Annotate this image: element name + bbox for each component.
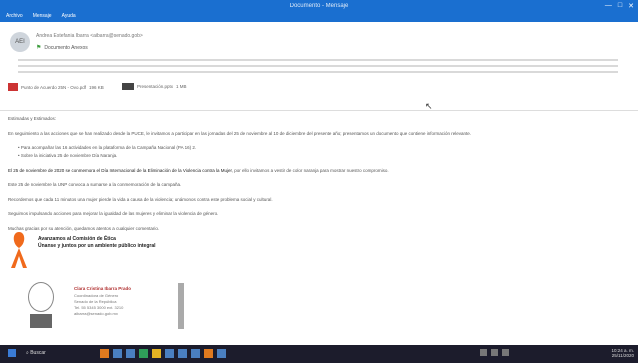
app-icon[interactable] [113, 349, 122, 358]
attachment-size: 196 KB [89, 84, 104, 90]
recipients-line [18, 71, 618, 73]
window-controls: — □ ✕ [605, 2, 634, 10]
avatar[interactable]: AEI [10, 32, 30, 52]
tray-icon[interactable] [502, 349, 509, 356]
app-icon[interactable] [152, 349, 161, 358]
app-icon[interactable] [139, 349, 148, 358]
menu-bar: Archivo Mensaje Ayuda [6, 13, 76, 19]
app-icon[interactable] [217, 349, 226, 358]
file-icon [122, 83, 134, 90]
subject-line: ⚑ Documento Anexos [36, 44, 88, 52]
attachment-name: Punto de Acuerdo 25N - Ovo.pdf [21, 84, 87, 90]
paragraph: Recordemos que cada 11 minutos una mujer… [8, 196, 273, 202]
tray-icon[interactable] [491, 349, 498, 356]
flag-icon: ⚑ [36, 45, 42, 51]
tray-icon[interactable] [480, 349, 487, 356]
bullet-item: • Sobre la iniciativa 25 de noviembre Dí… [18, 152, 118, 158]
close-button[interactable]: ✕ [628, 2, 634, 10]
campaign-line: Únanse y juntos por un ambiente público … [38, 243, 156, 249]
start-button[interactable] [8, 349, 16, 357]
subject: Documento Anexos [44, 44, 88, 51]
app-icon[interactable] [126, 349, 135, 358]
signature-name: Clara Cristina Ibarra Prado [74, 286, 132, 291]
clock[interactable]: 10:24 a. m. 25/11/2020 [611, 348, 634, 359]
institution-logo [30, 314, 52, 328]
signature-block: Clara Cristina Ibarra Prado Coordinadora… [74, 286, 131, 317]
message-header: AEI Andrea Estefania Ibarra <aibarra@sen… [0, 22, 638, 111]
message-body: Estimadas y Estimados: En seguimiento a … [8, 116, 628, 241]
signature-line: Tel. 55 5345 3000 ext. 3210 [74, 304, 124, 310]
paragraph: El 25 de noviembre de 2020 se conmemora … [8, 167, 389, 173]
institution-seal-icon [28, 282, 54, 312]
attachment-pdf[interactable]: Punto de Acuerdo 25N - Ovo.pdf 196 KB [8, 83, 104, 91]
title-bar: Documento - Mensaje Archivo Mensaje Ayud… [0, 0, 638, 22]
mouse-pointer-icon: ↖ [425, 101, 433, 111]
greeting: Estimadas y Estimados: [8, 116, 57, 121]
tray-icons [480, 349, 509, 356]
taskbar-search[interactable]: ⌕ Buscar [26, 350, 46, 356]
paragraph: Este 25 de noviembre la UNP convoca a su… [8, 182, 182, 188]
paragraph: En seguimiento a las acciones que se han… [8, 130, 472, 136]
attachment-size: 1 MB [176, 84, 187, 89]
taskbar-apps [100, 349, 226, 358]
app-icon[interactable] [178, 349, 187, 358]
paragraph: Muchas gracias por su atención, quedamos… [8, 226, 160, 231]
recipients-line [18, 65, 618, 67]
recipients-line [18, 59, 618, 61]
menu-archivo[interactable]: Archivo [6, 13, 23, 19]
taskbar: ⌕ Buscar 10:24 a. m. 25/11/2020 [0, 345, 638, 363]
attachment-name: Presentación.pptx [137, 84, 174, 89]
paragraph: Seguimos impulsando acciones para mejora… [8, 211, 219, 217]
awareness-ribbon-icon [11, 232, 27, 268]
recipients-list [18, 59, 618, 77]
attachment-pptx[interactable]: Presentación.pptx 1 MB [122, 83, 187, 90]
sender[interactable]: Andrea Estefania Ibarra <aibarra@senado.… [36, 33, 143, 39]
signature-divider [178, 283, 184, 329]
signature-email[interactable]: aibarra@senado.gob.mx [74, 311, 131, 317]
app-icon[interactable] [204, 349, 213, 358]
pdf-icon [8, 83, 18, 91]
app-icon[interactable] [100, 349, 109, 358]
menu-ayuda[interactable]: Ayuda [62, 13, 76, 19]
menu-mensaje[interactable]: Mensaje [33, 13, 52, 19]
bullet-item: • Para acompañar las 16 actividades en l… [18, 145, 197, 151]
minimize-button[interactable]: — [605, 2, 612, 10]
window-title: Documento - Mensaje [289, 3, 349, 9]
app-icon[interactable] [165, 349, 174, 358]
maximize-button[interactable]: □ [618, 2, 622, 10]
campaign-banner: Avanzamos al Comisión de Ética Únanse y … [38, 236, 156, 250]
campaign-line: Avanzamos al Comisión de Ética [38, 236, 116, 242]
app-icon[interactable] [191, 349, 200, 358]
